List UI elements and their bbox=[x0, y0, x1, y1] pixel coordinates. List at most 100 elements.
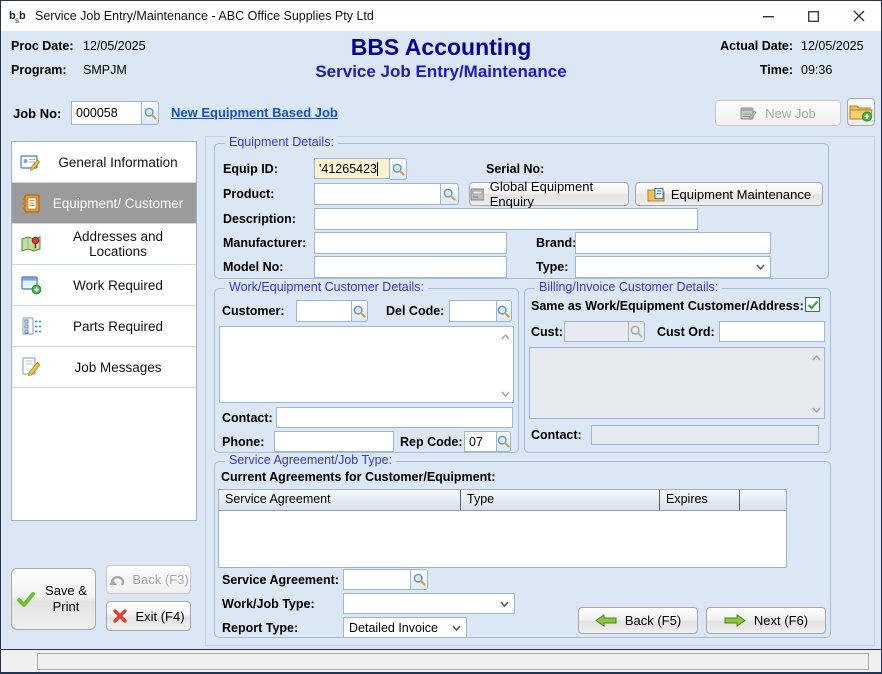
del-code-label: Del Code: bbox=[386, 304, 444, 318]
save-check-icon bbox=[16, 591, 36, 608]
work-required-icon bbox=[12, 275, 50, 295]
agreements-table: Service Agreement Type Expires bbox=[218, 489, 787, 568]
title-bar: bsb Service Job Entry/Maintenance - ABC … bbox=[1, 1, 881, 31]
rep-code-input[interactable] bbox=[464, 431, 497, 452]
same-as-label: Same as Work/Equipment Customer/Address: bbox=[531, 299, 804, 313]
product-label: Product: bbox=[223, 187, 274, 201]
equipment-customer-icon bbox=[12, 194, 50, 213]
cust-input bbox=[564, 321, 629, 342]
close-icon bbox=[853, 10, 865, 22]
scroll-up-icon[interactable] bbox=[501, 329, 510, 343]
cust-ord-input[interactable] bbox=[719, 321, 825, 342]
del-code-lookup-button[interactable] bbox=[497, 300, 512, 322]
work-customer-address-textarea[interactable] bbox=[219, 326, 514, 403]
sidebar-item-work-required[interactable]: Work Required bbox=[12, 265, 196, 306]
same-as-checkbox[interactable] bbox=[805, 297, 820, 312]
type-select[interactable] bbox=[575, 256, 771, 278]
service-agreement-input[interactable] bbox=[343, 569, 411, 590]
work-contact-input[interactable] bbox=[276, 407, 513, 428]
rep-code-lookup-button[interactable] bbox=[497, 431, 511, 452]
new-equipment-based-job-link[interactable]: New Equipment Based Job bbox=[171, 105, 338, 120]
sidebar-item-equipment-customer[interactable]: Equipment/ Customer bbox=[12, 183, 196, 224]
del-code-input[interactable] bbox=[449, 300, 497, 322]
manufacturer-label: Manufacturer: bbox=[223, 236, 306, 250]
description-input[interactable] bbox=[314, 208, 698, 230]
new-folder-button[interactable] bbox=[847, 98, 875, 126]
sidebar-item-job-messages[interactable]: Job Messages bbox=[12, 347, 196, 388]
new-job-icon bbox=[740, 106, 757, 121]
product-input[interactable] bbox=[314, 183, 441, 205]
app-window: bsb Service Job Entry/Maintenance - ABC … bbox=[0, 0, 882, 674]
svg-text:b: b bbox=[19, 10, 26, 22]
job-no-label: Job No: bbox=[13, 106, 61, 121]
customer-lookup-button[interactable] bbox=[352, 300, 368, 322]
report-type-select[interactable]: Detailed Invoice bbox=[343, 617, 467, 638]
cust-label: Cust: bbox=[531, 325, 563, 339]
customer-label: Customer: bbox=[222, 304, 285, 318]
work-job-type-label: Work/Job Type: bbox=[222, 597, 315, 611]
chevron-down-icon bbox=[756, 264, 765, 270]
billing-customer-title: Billing/Invoice Customer Details: bbox=[535, 280, 722, 294]
close-button[interactable] bbox=[836, 1, 881, 31]
arrow-left-icon bbox=[595, 614, 617, 627]
magnifier-icon bbox=[392, 163, 405, 176]
chevron-down-icon bbox=[452, 625, 461, 631]
phone-input[interactable] bbox=[274, 431, 394, 452]
minimize-button[interactable] bbox=[746, 1, 791, 31]
customer-input[interactable] bbox=[296, 300, 352, 322]
scroll-down-icon[interactable] bbox=[501, 386, 510, 400]
time-label: Time: bbox=[720, 63, 793, 77]
type-label: Type: bbox=[536, 260, 568, 274]
exit-x-icon bbox=[112, 608, 128, 624]
magnifier-disabled-icon bbox=[630, 325, 643, 338]
column-header-service-agreement: Service Agreement bbox=[219, 490, 461, 510]
maximize-button[interactable] bbox=[791, 1, 836, 31]
billing-contact-label: Contact: bbox=[531, 428, 582, 442]
work-customer-title: Work/Equipment Customer Details: bbox=[225, 280, 428, 294]
product-lookup-button[interactable] bbox=[441, 183, 459, 205]
description-label: Description: bbox=[223, 212, 296, 226]
billing-contact-input bbox=[591, 425, 819, 445]
actual-date-label: Actual Date: bbox=[720, 39, 793, 53]
back-f5-label: Back (F5) bbox=[625, 613, 681, 628]
equip-id-label: Equip ID: bbox=[223, 162, 278, 176]
next-f6-button[interactable]: Next (F6) bbox=[706, 607, 826, 634]
column-header-type: Type bbox=[461, 490, 660, 510]
agreements-table-body bbox=[219, 511, 786, 567]
folder-add-icon bbox=[849, 102, 873, 123]
scroll-up-icon bbox=[812, 350, 821, 364]
equipment-maintenance-button[interactable]: Equipment Maintenance bbox=[635, 182, 823, 206]
work-job-type-select[interactable] bbox=[343, 593, 515, 614]
exit-f4-button[interactable]: Exit (F4) bbox=[106, 601, 191, 631]
sidebar-item-addresses-locations[interactable]: Addresses and Locations bbox=[12, 224, 196, 265]
equipment-maintenance-label: Equipment Maintenance bbox=[671, 187, 811, 202]
service-agreement-lookup-button[interactable] bbox=[411, 569, 428, 590]
brand-label: Brand: bbox=[536, 236, 576, 250]
actual-date-value: 12/05/2025 bbox=[801, 39, 873, 53]
service-agreement-label: Service Agreement: bbox=[222, 573, 339, 587]
sidebar-item-general-information[interactable]: General Information bbox=[12, 142, 196, 183]
billing-address-textarea bbox=[529, 347, 825, 419]
report-type-label: Report Type: bbox=[222, 621, 298, 635]
job-no-input[interactable] bbox=[71, 101, 142, 125]
brand-input[interactable] bbox=[575, 232, 771, 254]
back-f5-button[interactable]: Back (F5) bbox=[578, 607, 698, 634]
scroll-down-icon bbox=[812, 402, 821, 416]
equip-id-input[interactable]: '41265423 bbox=[314, 158, 390, 179]
save-print-button[interactable]: Save & Print bbox=[11, 568, 96, 630]
manufacturer-input[interactable] bbox=[314, 232, 507, 254]
magnifier-icon bbox=[353, 305, 366, 318]
equip-id-lookup-button[interactable] bbox=[390, 158, 407, 180]
sidebar-nav: General Information Equipment/ Customer … bbox=[11, 141, 197, 521]
job-no-lookup-button[interactable] bbox=[142, 101, 159, 125]
general-information-icon bbox=[12, 153, 50, 172]
rep-code-label: Rep Code: bbox=[400, 435, 463, 449]
global-equipment-enquiry-button[interactable]: Global Equipment Enquiry bbox=[469, 182, 629, 206]
status-message-field bbox=[37, 653, 869, 670]
serial-no-label: Serial No: bbox=[486, 162, 544, 176]
column-header-expires: Expires bbox=[660, 490, 740, 510]
sidebar-item-parts-required[interactable]: Parts Required bbox=[12, 306, 196, 347]
model-no-input[interactable] bbox=[314, 256, 507, 278]
column-header-spacer bbox=[740, 490, 786, 510]
service-agreement-title: Service Agreement/Job Type: bbox=[225, 453, 396, 467]
